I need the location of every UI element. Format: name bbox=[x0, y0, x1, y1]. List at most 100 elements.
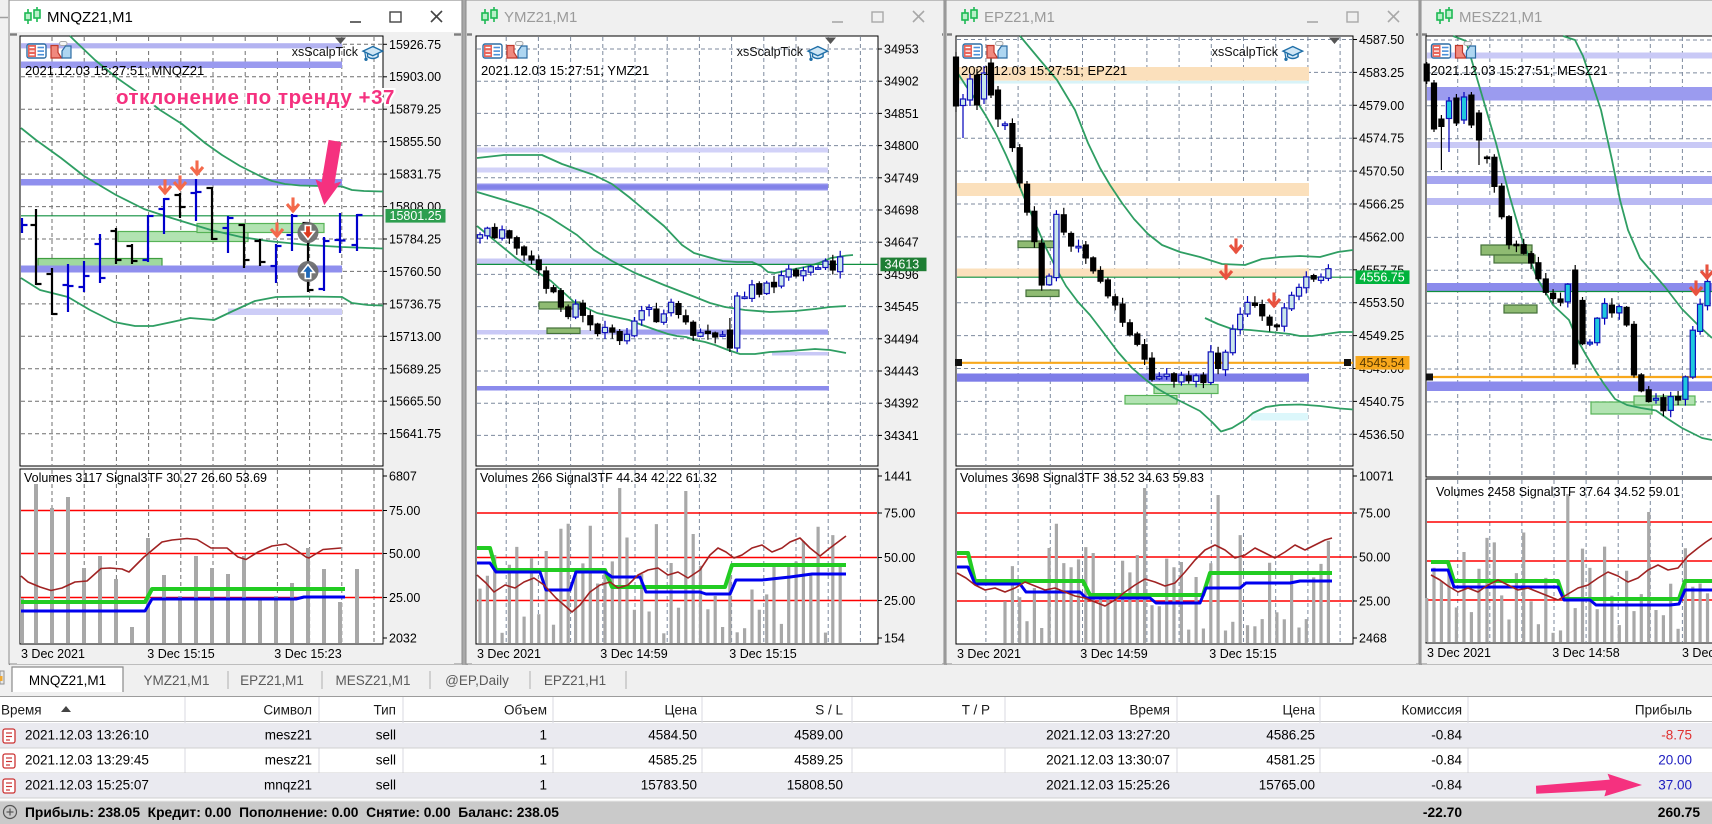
svg-text:15689.25: 15689.25 bbox=[389, 362, 441, 376]
svg-text:Объем: Объем bbox=[504, 703, 547, 718]
svg-text:4584.50: 4584.50 bbox=[648, 728, 697, 743]
svg-text:15760.50: 15760.50 bbox=[389, 265, 441, 279]
svg-text:2021.12.03 13:30:07: 2021.12.03 13:30:07 bbox=[1046, 753, 1170, 768]
svg-text:50.00: 50.00 bbox=[389, 547, 420, 561]
svg-text:34749: 34749 bbox=[884, 171, 919, 185]
svg-text:Volumes 3698 Signal3TF 38.52 3: Volumes 3698 Signal3TF 38.52 34.63 59.83 bbox=[960, 471, 1204, 485]
svg-text:Символ: Символ bbox=[263, 703, 312, 718]
svg-text:3 Dec 2021: 3 Dec 2021 bbox=[957, 647, 1021, 661]
svg-text:50.00: 50.00 bbox=[1359, 551, 1390, 565]
svg-text:15736.75: 15736.75 bbox=[389, 297, 441, 311]
svg-text:Volumes 2458 Signal3TF 37.64 3: Volumes 2458 Signal3TF 37.64 34.52 59.01 bbox=[1436, 485, 1680, 499]
svg-text:50.00: 50.00 bbox=[884, 551, 915, 565]
svg-text:mesz21: mesz21 bbox=[265, 728, 312, 743]
svg-text:отклонение по тренду +37: отклонение по тренду +37 bbox=[116, 86, 395, 109]
svg-text:2021.12.03 13:29:45: 2021.12.03 13:29:45 bbox=[25, 753, 149, 768]
svg-text:3 Dec 14:59: 3 Dec 14:59 bbox=[1080, 647, 1147, 661]
svg-text:1: 1 bbox=[539, 728, 547, 743]
svg-text:1441: 1441 bbox=[884, 470, 912, 484]
svg-text:mesz21: mesz21 bbox=[265, 753, 312, 768]
svg-text:2468: 2468 bbox=[1359, 632, 1387, 646]
svg-text:1: 1 bbox=[539, 778, 547, 793]
svg-text:20.00: 20.00 bbox=[1658, 753, 1692, 768]
svg-text:3 Dec 15:15: 3 Dec 15:15 bbox=[1209, 647, 1276, 661]
svg-text:4589.00: 4589.00 bbox=[794, 728, 843, 743]
svg-text:15784.25: 15784.25 bbox=[389, 233, 441, 247]
svg-text:4589.25: 4589.25 bbox=[794, 753, 843, 768]
svg-text:4579.00: 4579.00 bbox=[1359, 99, 1404, 113]
svg-text:3 Dec 2021: 3 Dec 2021 bbox=[21, 647, 85, 661]
svg-text:Цена: Цена bbox=[665, 703, 698, 718]
svg-text:-0.84: -0.84 bbox=[1431, 753, 1462, 768]
svg-text:3 Dec 14:59: 3 Dec 14:59 bbox=[600, 647, 667, 661]
svg-text:15879.25: 15879.25 bbox=[389, 103, 441, 117]
svg-text:4562.00: 4562.00 bbox=[1359, 230, 1404, 244]
svg-text:15903.00: 15903.00 bbox=[389, 70, 441, 84]
svg-text:4586.25: 4586.25 bbox=[1266, 728, 1315, 743]
svg-text:4581.25: 4581.25 bbox=[1266, 753, 1315, 768]
svg-text:260.75: 260.75 bbox=[1658, 805, 1701, 820]
svg-text:10071: 10071 bbox=[1359, 470, 1394, 484]
svg-text:2021.12.03 15:27:51; YMZ21: 2021.12.03 15:27:51; YMZ21 bbox=[481, 63, 649, 78]
svg-text:15641.75: 15641.75 bbox=[389, 427, 441, 441]
svg-text:4587.50: 4587.50 bbox=[1359, 33, 1404, 47]
svg-text:34443: 34443 bbox=[884, 365, 919, 379]
svg-text:EPZ21,M1: EPZ21,M1 bbox=[240, 673, 304, 688]
svg-text:37.00: 37.00 bbox=[1658, 778, 1692, 793]
svg-text:15713.00: 15713.00 bbox=[389, 330, 441, 344]
svg-text:3 Dec 14:58: 3 Dec 14:58 bbox=[1552, 646, 1619, 660]
svg-text:15783.50: 15783.50 bbox=[641, 778, 697, 793]
svg-text:4574.75: 4574.75 bbox=[1359, 132, 1404, 146]
svg-text:3 Dec 15: 3 Dec 15 bbox=[1682, 646, 1712, 660]
svg-text:-0.84: -0.84 bbox=[1431, 728, 1462, 743]
svg-text:4570.50: 4570.50 bbox=[1359, 165, 1404, 179]
svg-text:75.00: 75.00 bbox=[389, 504, 420, 518]
svg-text:15801.25: 15801.25 bbox=[390, 209, 442, 223]
svg-text:4540.75: 4540.75 bbox=[1359, 395, 1404, 409]
svg-text:75.00: 75.00 bbox=[1359, 507, 1390, 521]
svg-text:Volumes 266 Signal3TF 44.34 42: Volumes 266 Signal3TF 44.34 42.22 61.32 bbox=[480, 471, 717, 485]
svg-text:xsScalpTick: xsScalpTick bbox=[1212, 45, 1279, 59]
svg-text:34545: 34545 bbox=[884, 300, 919, 314]
svg-text:4566.25: 4566.25 bbox=[1359, 198, 1404, 212]
svg-text:4553.50: 4553.50 bbox=[1359, 296, 1404, 310]
svg-text:Прибыль: 238.05 Кредит: 0.00: Прибыль: 238.05 Кредит: 0.00 Пополнение:… bbox=[25, 805, 559, 820]
svg-text:75.00: 75.00 bbox=[884, 507, 915, 521]
svg-text:2021.12.03 15:25:26: 2021.12.03 15:25:26 bbox=[1046, 778, 1170, 793]
svg-text:-22.70: -22.70 bbox=[1423, 805, 1462, 820]
svg-text:YMZ21,M1: YMZ21,M1 bbox=[143, 673, 209, 688]
svg-text:34341: 34341 bbox=[884, 429, 919, 443]
svg-text:34902: 34902 bbox=[884, 75, 919, 89]
svg-text:15765.00: 15765.00 bbox=[1259, 778, 1315, 793]
svg-text:6807: 6807 bbox=[389, 470, 417, 484]
svg-text:1: 1 bbox=[539, 753, 547, 768]
svg-text:2021.12.03 13:26:10: 2021.12.03 13:26:10 bbox=[25, 728, 149, 743]
svg-text:15855.50: 15855.50 bbox=[389, 135, 441, 149]
svg-text:Время: Время bbox=[1, 703, 42, 718]
svg-text:3 Dec 15:15: 3 Dec 15:15 bbox=[147, 647, 214, 661]
svg-text:3 Dec 15:23: 3 Dec 15:23 bbox=[274, 647, 341, 661]
svg-text:Прибыль: Прибыль bbox=[1635, 703, 1692, 718]
svg-text:mnqz21: mnqz21 bbox=[264, 778, 312, 793]
svg-text:sell: sell bbox=[376, 753, 396, 768]
svg-text:3 Dec 2021: 3 Dec 2021 bbox=[477, 647, 541, 661]
svg-text:34613: 34613 bbox=[885, 258, 920, 272]
svg-text:Время: Время bbox=[1129, 703, 1170, 718]
svg-text:4545.54: 4545.54 bbox=[1360, 356, 1405, 370]
svg-text:34392: 34392 bbox=[884, 397, 919, 411]
svg-text:2021.12.03 15:27:51; MNQZ21: 2021.12.03 15:27:51; MNQZ21 bbox=[25, 63, 204, 78]
svg-text:YMZ21,M1: YMZ21,M1 bbox=[504, 9, 577, 26]
svg-text:34800: 34800 bbox=[884, 139, 919, 153]
svg-text:Volumes 3117 Signal3TF 30.27 2: Volumes 3117 Signal3TF 30.27 26.60 53.69 bbox=[24, 471, 267, 485]
svg-text:4536.50: 4536.50 bbox=[1359, 428, 1404, 442]
svg-text:MNQZ21,M1: MNQZ21,M1 bbox=[47, 9, 133, 26]
svg-text:3 Dec 15:15: 3 Dec 15:15 bbox=[729, 647, 796, 661]
svg-text:Комиссия: Комиссия bbox=[1401, 703, 1462, 718]
svg-text:4556.75: 4556.75 bbox=[1360, 270, 1405, 284]
svg-text:4549.25: 4549.25 bbox=[1359, 329, 1404, 343]
svg-text:15808.50: 15808.50 bbox=[787, 778, 843, 793]
svg-text:25.00: 25.00 bbox=[884, 594, 915, 608]
svg-text:sell: sell bbox=[376, 778, 396, 793]
svg-text:4585.25: 4585.25 bbox=[648, 753, 697, 768]
svg-text:34494: 34494 bbox=[884, 332, 919, 346]
